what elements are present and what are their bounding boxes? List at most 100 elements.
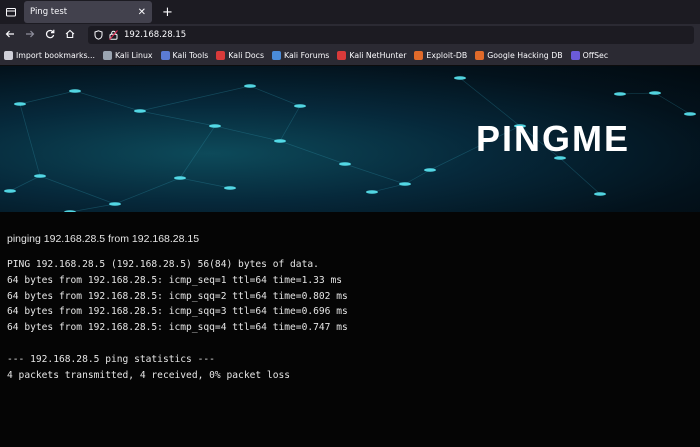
kali-docs-icon <box>216 51 226 60</box>
forward-button[interactable] <box>20 29 40 42</box>
import-icon <box>4 51 13 60</box>
nethunter-icon <box>337 51 347 60</box>
network-node <box>424 168 436 172</box>
url-bar[interactable]: 192.168.28.15 <box>88 26 694 44</box>
hero-banner: PINGME <box>0 66 700 212</box>
bookmark-item[interactable]: Import bookmarks... <box>4 51 95 60</box>
output-line: --- 192.168.28.5 ping statistics --- <box>7 353 215 365</box>
reload-icon <box>45 29 55 38</box>
network-node <box>454 76 466 80</box>
bookmark-label: Kali Tools <box>172 51 209 60</box>
output-line: 64 bytes from 192.168.28.5: icmp_sqq=2 t… <box>7 290 348 302</box>
output-line: 64 bytes from 192.168.28.5: icmp_sqq=3 t… <box>7 306 348 318</box>
network-node <box>174 176 186 180</box>
offsec-icon <box>570 51 580 60</box>
bookmark-label: Kali NetHunter <box>349 51 407 60</box>
tab-list-button[interactable] <box>0 0 22 24</box>
bookmark-label: Google Hacking DB <box>487 51 563 60</box>
network-node <box>244 84 256 88</box>
bookmark-label: Kali Linux <box>114 51 153 60</box>
site-title: PINGME <box>476 118 631 159</box>
ping-result-panel: pinging 192.168.28.5 from 192.168.28.15 … <box>0 212 700 447</box>
network-link <box>139 85 251 112</box>
bookmark-item[interactable]: Kali NetHunter <box>337 51 406 60</box>
tab-bar: Ping test ✕ + <box>0 0 700 24</box>
ghdb-icon <box>475 51 485 60</box>
network-node <box>34 174 46 178</box>
navigation-toolbar: 192.168.28.15 <box>0 24 700 46</box>
network-node <box>366 190 378 194</box>
forward-arrow-icon <box>26 30 35 37</box>
reload-button[interactable] <box>40 29 60 42</box>
network-link <box>279 105 301 142</box>
network-link <box>179 125 216 179</box>
network-link <box>404 169 431 185</box>
network-node <box>109 202 121 206</box>
back-button[interactable] <box>0 29 20 42</box>
network-node <box>399 182 411 186</box>
network-node <box>4 189 16 193</box>
bookmark-item[interactable]: OffSec <box>570 51 608 60</box>
network-node <box>64 210 76 212</box>
list-all-tabs-icon <box>6 8 16 17</box>
back-arrow-icon <box>5 30 14 37</box>
bookmarks-toolbar: Import bookmarks... Kali Linux Kali Tools K… <box>0 46 700 66</box>
network-link <box>654 92 691 115</box>
bookmark-label: Kali Forums <box>284 51 330 60</box>
bookmark-item[interactable]: Kali Forums <box>272 51 329 60</box>
network-node <box>209 124 221 128</box>
tab-title: Ping test <box>30 7 68 17</box>
network-link <box>371 183 406 193</box>
network-link <box>19 103 41 177</box>
network-node <box>294 104 306 108</box>
output-line: 64 bytes from 192.168.28.5: icmp_seq=1 t… <box>7 274 343 286</box>
close-tab-icon[interactable]: ✕ <box>138 7 146 18</box>
network-node <box>69 89 81 93</box>
new-tab-button[interactable]: + <box>162 5 173 20</box>
network-node <box>594 192 606 196</box>
network-node <box>224 186 236 190</box>
bookmark-item[interactable]: Exploit-DB <box>414 51 467 60</box>
network-node <box>614 92 626 96</box>
network-node <box>649 91 661 95</box>
network-link <box>249 85 301 107</box>
bookmark-label: Import bookmarks... <box>16 51 95 60</box>
network-link <box>114 177 181 205</box>
network-link <box>9 175 41 192</box>
network-link <box>69 203 116 212</box>
network-link <box>139 110 216 127</box>
bookmark-label: Exploit-DB <box>426 51 468 60</box>
kali-tools-icon <box>160 51 170 60</box>
home-button[interactable] <box>60 29 80 42</box>
network-node <box>14 102 26 106</box>
bookmark-label: Kali Docs <box>228 51 264 60</box>
network-link <box>214 125 281 142</box>
network-link <box>19 90 76 105</box>
network-node <box>684 112 696 116</box>
bookmark-item[interactable]: Kali Docs <box>216 51 264 60</box>
kali-forums-icon <box>272 51 281 60</box>
home-icon <box>65 29 75 38</box>
output-line: 4 packets transmitted, 4 received, 0% pa… <box>7 369 291 381</box>
insecure-lock-icon[interactable] <box>109 30 118 40</box>
shield-icon[interactable] <box>94 30 103 40</box>
ping-header: pinging 192.168.28.5 from 192.168.28.15 <box>7 233 200 245</box>
ping-output: PING 192.168.28.5 (192.168.28.5) 56(84) … <box>7 257 693 383</box>
kali-dragon-icon <box>102 51 112 60</box>
network-link <box>344 163 406 185</box>
network-link <box>39 175 116 205</box>
network-link <box>559 157 601 195</box>
output-line: 64 bytes from 192.168.28.5: icmp_sqq=4 t… <box>7 322 348 334</box>
bookmark-item[interactable]: Google Hacking DB <box>475 51 563 60</box>
network-link <box>74 90 141 112</box>
bookmark-item[interactable]: Kali Tools <box>160 51 209 60</box>
bookmark-item[interactable]: Kali Linux <box>102 51 153 60</box>
network-link <box>279 140 346 165</box>
output-line: PING 192.168.28.5 (192.168.28.5) 56(84) … <box>7 259 319 270</box>
exploit-db-icon <box>414 51 424 60</box>
url-text: 192.168.28.15 <box>124 30 187 40</box>
tab-ping-test[interactable]: Ping test ✕ <box>24 1 152 23</box>
network-node <box>134 109 146 113</box>
network-node <box>274 139 286 143</box>
